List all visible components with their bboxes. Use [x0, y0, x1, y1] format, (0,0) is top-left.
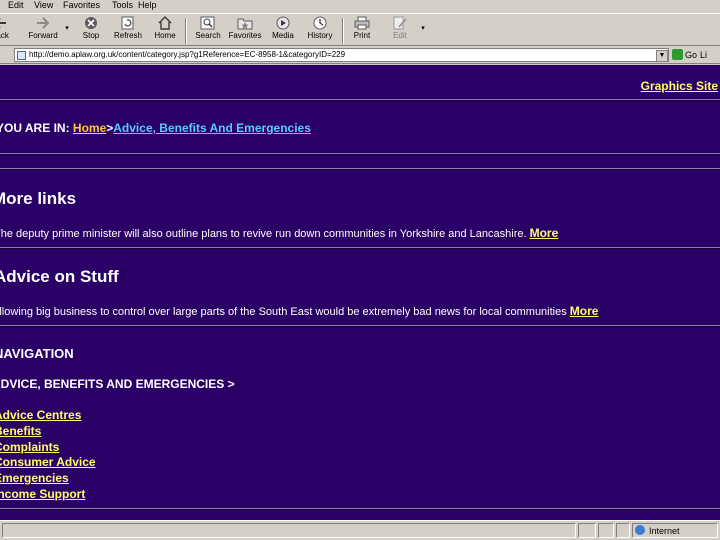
links-toolbar-label[interactable]: Li [700, 48, 707, 62]
advice-more-link[interactable]: More [570, 304, 599, 318]
nav-link-consumer-advice[interactable]: Consumer Advice [0, 455, 96, 471]
favorites-button[interactable]: Favorites [227, 16, 263, 46]
forward-button[interactable]: Forward [26, 16, 60, 46]
toolbar-separator [342, 18, 344, 44]
page-icon [17, 51, 26, 60]
security-zone-label: Internet [649, 526, 680, 536]
nav-link-income-support[interactable]: Income Support [0, 487, 96, 503]
navigation-list: Advice Centres Benefits Complaints Consu… [0, 408, 96, 503]
edit-button[interactable]: Edit [388, 16, 412, 46]
divider [0, 247, 720, 249]
breadcrumb-prefix: YOU ARE IN: [0, 121, 73, 135]
go-arrow-icon [672, 49, 683, 60]
security-zone-pane: Internet [632, 523, 718, 538]
divider [0, 99, 720, 101]
breadcrumb-current-link[interactable]: Advice, Benefits And Emergencies [113, 121, 311, 135]
status-bar: Internet [0, 520, 720, 540]
page-content: Graphics Site YOU ARE IN: Home>Advice, B… [0, 65, 720, 520]
status-pane [616, 523, 630, 538]
navigation-heading: NAVIGATION [0, 346, 74, 361]
menu-help[interactable]: Help [138, 0, 157, 11]
advice-story: Allowing big business to control over la… [0, 304, 598, 318]
more-links-heading: More links [0, 189, 77, 208]
menu-tools[interactable]: Tools [112, 0, 133, 11]
status-pane [598, 523, 614, 538]
print-button[interactable]: Print [350, 16, 374, 46]
media-icon [276, 16, 290, 30]
more-links-story-text: The deputy prime minister will also outl… [0, 228, 530, 240]
history-icon [313, 16, 327, 30]
breadcrumb-home-link[interactable]: Home [73, 121, 106, 135]
browser-toolbar: Back Forward ▾ Stop Refresh Home Search … [0, 13, 720, 46]
back-button[interactable]: Back [0, 16, 12, 46]
advice-heading: Advice on Stuff [0, 267, 119, 286]
media-button[interactable]: Media [268, 16, 298, 46]
address-dropdown-icon[interactable]: ▼ [656, 50, 668, 61]
address-bar: http://demo.aplaw.org.uk/content/categor… [0, 47, 720, 64]
nav-link-benefits[interactable]: Benefits [0, 424, 96, 440]
edit-pencil-icon [393, 16, 407, 30]
favorites-folder-icon [237, 18, 253, 30]
refresh-button[interactable]: Refresh [110, 16, 146, 46]
stop-button[interactable]: Stop [78, 16, 104, 46]
status-text-pane [2, 523, 576, 538]
search-button[interactable]: Search [192, 16, 224, 46]
more-links-more-link[interactable]: More [530, 226, 559, 240]
divider [0, 325, 720, 327]
breadcrumb: YOU ARE IN: Home>Advice, Benefits And Em… [0, 121, 311, 135]
menu-favorites[interactable]: Favorites [63, 0, 100, 11]
nav-link-advice-centres[interactable]: Advice Centres [0, 408, 96, 424]
printer-icon [354, 16, 370, 30]
status-pane [578, 523, 596, 538]
history-button[interactable]: History [304, 16, 336, 46]
address-url: http://demo.aplaw.org.uk/content/categor… [29, 50, 346, 59]
address-input[interactable]: http://demo.aplaw.org.uk/content/categor… [14, 48, 669, 62]
nav-link-emergencies[interactable]: Emergencies [0, 471, 96, 487]
menu-edit[interactable]: Edit [8, 0, 24, 11]
menu-view[interactable]: View [34, 0, 53, 11]
more-links-story: The deputy prime minister will also outl… [0, 226, 558, 240]
back-arrow-icon [0, 18, 6, 28]
search-icon [200, 16, 215, 30]
go-button[interactable]: Go [672, 48, 697, 62]
divider [0, 153, 720, 155]
advice-story-text: Allowing big business to control over la… [0, 306, 570, 318]
menu-bar: Edit View Favorites Tools Help [0, 0, 720, 13]
divider [0, 168, 720, 170]
graphics-site-link[interactable]: Graphics Site [641, 79, 718, 93]
forward-arrow-icon [37, 17, 50, 29]
navigation-section-title: ADVICE, BENEFITS AND EMERGENCIES > [0, 377, 235, 391]
toolbar-separator [185, 18, 187, 44]
refresh-icon [121, 16, 134, 30]
home-icon [158, 16, 172, 30]
home-button[interactable]: Home [151, 16, 179, 46]
divider [0, 508, 720, 510]
nav-link-complaints[interactable]: Complaints [0, 440, 96, 456]
internet-globe-icon [635, 525, 645, 535]
stop-icon [85, 17, 97, 29]
